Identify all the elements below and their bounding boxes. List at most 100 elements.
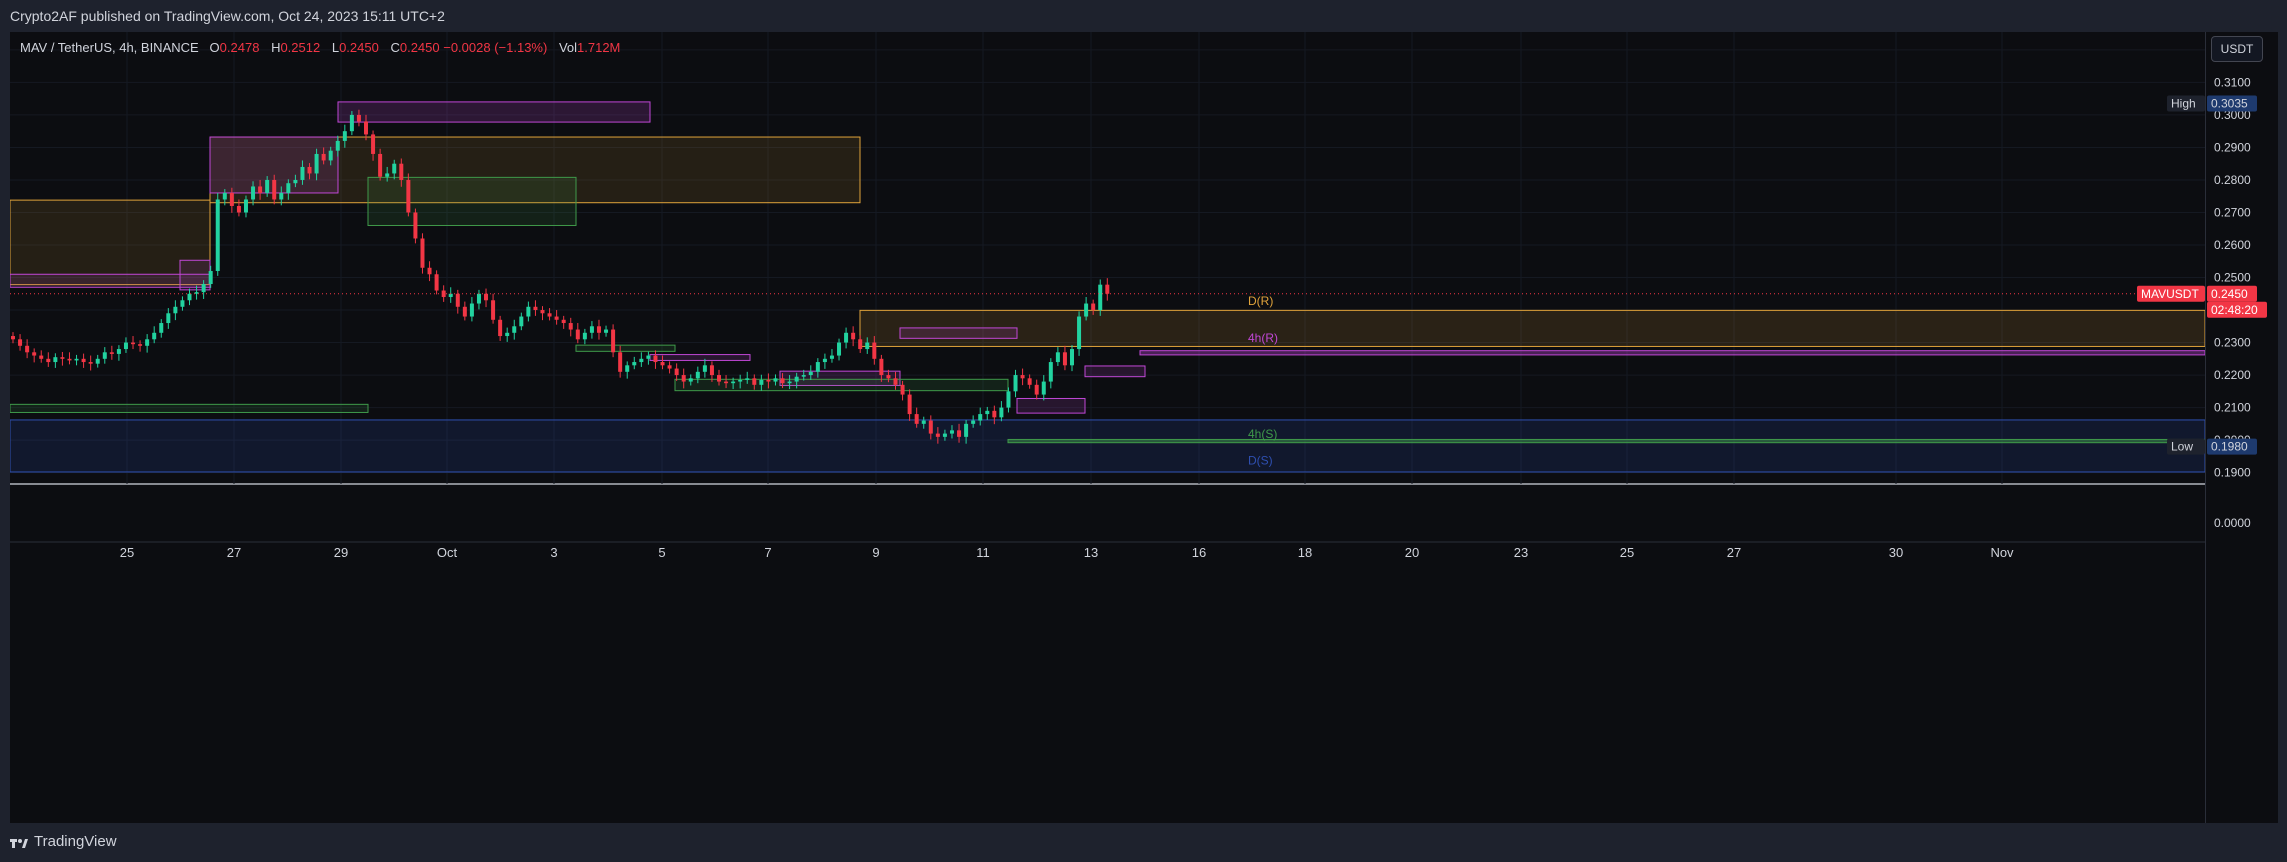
candle-body (39, 355, 44, 359)
candle-body (1013, 375, 1018, 392)
chart-area[interactable]: D(R) 4h(R) 4h(S) D(S) 25 27 29 Oct 3 5 7 9 11 13 16 18… (10, 32, 2205, 823)
candle-body (1034, 384, 1039, 395)
candle (1020, 368, 1025, 386)
candle-body (173, 306, 178, 314)
tradingview-brand: TradingView (34, 833, 117, 850)
candle-body (201, 284, 206, 293)
candle-body (589, 326, 594, 333)
candle-body (1098, 284, 1103, 311)
candle-body (455, 293, 460, 307)
candle-body (844, 332, 849, 343)
price-chart[interactable]: D(R) 4h(R) 4h(S) D(S) 25 27 29 Oct 3 5 7 9 11 13 16 18… (10, 32, 2205, 823)
candle-body (46, 358, 51, 363)
candle-body (378, 153, 383, 177)
candle-body (942, 433, 947, 437)
candle-body (731, 381, 736, 384)
candle (81, 353, 86, 368)
open-label: O (209, 40, 220, 55)
candle (589, 321, 594, 339)
zone-green-3 (674, 378, 1009, 392)
candle-body (364, 121, 368, 135)
price-scale-svg[interactable]: 0.32000.31000.30000.29000.28000.27000.26… (2206, 32, 2278, 823)
candle-body (773, 378, 778, 382)
candle-body (554, 316, 559, 320)
candle-body (780, 378, 785, 384)
high-value: 0.2512 (280, 40, 321, 55)
candle-body (978, 414, 983, 421)
candle-body (611, 329, 616, 353)
candle-body (879, 358, 884, 376)
candle-body (286, 183, 291, 193)
candle-body (258, 186, 263, 193)
candle-body (131, 342, 136, 345)
candle (540, 306, 545, 321)
candle-body (900, 384, 905, 395)
x-tick-label: 25 (120, 545, 134, 560)
candle-body (95, 358, 100, 364)
y-tick-label: 0.2800 (2214, 173, 2251, 187)
zone-magenta-high (337, 101, 651, 123)
candle (596, 319, 601, 340)
candle (491, 293, 496, 324)
y-tick-label: 0.1900 (2214, 466, 2251, 480)
close-value: 0.2450 −0.0028 (−1.13%) (399, 40, 548, 55)
candle (611, 324, 616, 358)
candle (88, 355, 93, 371)
candle-body (999, 407, 1004, 418)
candle-body (498, 319, 503, 337)
candle (60, 351, 65, 366)
close-label: C (390, 40, 400, 55)
tradingview-logo[interactable]: TradingView (10, 833, 117, 850)
candle-body (491, 300, 496, 320)
currency-button[interactable]: USDT (2211, 36, 2263, 62)
y-tick-label: 0.2900 (2214, 140, 2251, 154)
y-tick-label: 0.2400 (2214, 303, 2251, 317)
candle-body (406, 179, 411, 213)
candle (95, 354, 100, 368)
candle-body (872, 342, 877, 359)
candle-body (815, 362, 820, 372)
symbol-legend[interactable]: MAV / TetherUS, 4h, BINANCE O0.2478 H0.2… (20, 40, 628, 55)
candle-body (32, 352, 37, 356)
candle-body (702, 365, 707, 372)
zone-green-2 (575, 344, 676, 352)
candle-body (392, 163, 397, 174)
candle-body (596, 326, 601, 333)
candle (837, 338, 842, 361)
candle-body (222, 192, 227, 200)
candle (999, 401, 1004, 422)
low-label: L (331, 40, 340, 55)
x-tick-label: 7 (764, 545, 771, 560)
candle-body (808, 371, 813, 376)
candle-body (653, 355, 658, 363)
open-value: 0.2478 (219, 40, 260, 55)
candle (1013, 369, 1018, 398)
candle-body (180, 300, 185, 307)
candle (53, 353, 58, 368)
candle-body (724, 381, 729, 384)
candle-body (1006, 391, 1011, 408)
zone-magenta-2 (649, 354, 751, 361)
zone-4h-resistance (1139, 350, 2205, 356)
candle (907, 389, 912, 421)
price-scale[interactable]: 0.32000.31000.30000.29000.28000.27000.26… (2205, 32, 2278, 823)
candle-body (208, 271, 213, 285)
candle-body (660, 362, 665, 366)
candle (625, 361, 630, 379)
x-tick-label: 27 (227, 545, 241, 560)
candle-body (604, 329, 609, 333)
candle-body (476, 293, 481, 304)
candle (1105, 278, 1110, 301)
candle-body (67, 358, 72, 361)
candle-body (914, 414, 919, 424)
candle-body (505, 332, 510, 337)
candle (985, 406, 990, 420)
candle (173, 300, 178, 321)
candle-body (328, 150, 333, 161)
candle-body (582, 332, 587, 340)
candle (166, 308, 171, 329)
candle-body (752, 378, 757, 385)
candle-body (717, 375, 721, 382)
candle-body (138, 344, 143, 346)
candle (568, 317, 573, 337)
